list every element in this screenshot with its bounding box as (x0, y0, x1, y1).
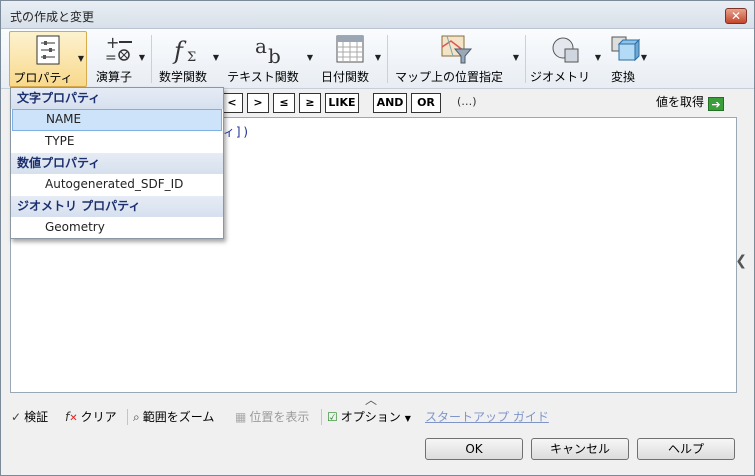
options-label: オプション (340, 410, 401, 424)
math-functions-button[interactable]: f Σ 数学関数 ▼ (155, 31, 219, 87)
parentheses-button[interactable]: (…) (457, 95, 477, 108)
clear-button[interactable]: f✕ クリア (65, 408, 117, 425)
ribbon-divider (387, 35, 388, 83)
location-label: マップ上の位置指定 (394, 70, 503, 84)
toolbar-divider (127, 409, 128, 425)
clear-function-icon: f✕ (65, 410, 78, 424)
zoom-label: 範囲をズーム (142, 410, 215, 424)
chevron-down-icon: ▼ (212, 53, 219, 62)
math-function-icon: f Σ (172, 37, 196, 65)
checkmark-icon: ✓ (11, 410, 22, 424)
show-location-button[interactable]: ▦ 位置を表示 (235, 408, 309, 425)
date-functions-button[interactable]: 日付関数 ▼ (317, 31, 383, 87)
group-header-geometry: ジオメトリ プロパティ (11, 196, 223, 217)
help-button[interactable]: ヘルプ (637, 438, 735, 460)
location-grid-icon: ▦ (235, 410, 247, 424)
bottom-toolbar: ✓ 検証 f✕ クリア ⌕ 範囲をズーム ▦ 位置を表示 ☑ オプション ▼ スタートアップ… (9, 406, 749, 428)
clear-label: クリア (80, 410, 117, 424)
and-button[interactable]: AND (373, 93, 407, 113)
operators-icon: + = (105, 33, 132, 65)
map-filter-icon (441, 35, 473, 64)
calendar-icon (336, 35, 364, 63)
less-than-button[interactable]: < (221, 93, 243, 113)
chevron-down-icon: ▼ (404, 414, 411, 423)
transform-label: 変換 (610, 70, 635, 84)
expression-builder-window: 式の作成と変更 ✕ プロパティ ▼ + = 演算子 ▼ f Σ 数学関数 ▼ a… (0, 0, 755, 476)
operators-button[interactable]: + = 演算子 ▼ (91, 31, 147, 87)
get-value-button[interactable]: 値を取得 ➔ (656, 93, 724, 111)
dropdown-item-sdf-id[interactable]: Autogenerated_SDF_ID (11, 174, 223, 196)
properties-dropdown: 文字プロパティ NAME TYPE 数値プロパティ Autogenerated_… (10, 87, 224, 239)
chevron-down-icon: ▼ (306, 53, 313, 62)
chevron-down-icon: ▼ (374, 53, 381, 62)
or-button[interactable]: OR (411, 93, 441, 113)
chevron-down-icon: ▼ (512, 53, 519, 62)
dropdown-item-type[interactable]: TYPE (11, 131, 223, 153)
chevron-down-icon: ▼ (594, 53, 601, 62)
expression-text: ィ]) (223, 125, 250, 139)
zoom-icon: ⌕ (133, 410, 140, 424)
svg-text:a: a (255, 34, 267, 58)
text-functions-label: テキスト関数 (227, 70, 299, 84)
like-button[interactable]: LIKE (325, 93, 359, 113)
group-header-numeric: 数値プロパティ (11, 153, 223, 174)
zoom-extent-button[interactable]: ⌕ 範囲をズーム (133, 408, 214, 425)
date-functions-label: 日付関数 (320, 70, 369, 84)
dropdown-item-geometry[interactable]: Geometry (11, 217, 223, 239)
group-header-text: 文字プロパティ (11, 88, 223, 109)
geometry-icon (552, 37, 579, 63)
dropdown-item-name[interactable]: NAME (12, 109, 222, 131)
chevron-down-icon: ▼ (77, 54, 84, 63)
startup-guide-link[interactable]: スタートアップ ガイド (425, 408, 549, 425)
arrow-right-icon: ➔ (708, 97, 724, 111)
location-button[interactable]: マップ上の位置指定 ▼ (391, 31, 521, 87)
geometry-button[interactable]: ジオメトリ ▼ (529, 31, 603, 87)
properties-icon (36, 35, 60, 65)
ribbon-divider (525, 35, 526, 83)
checkbox-check-icon: ☑ (327, 410, 338, 424)
chevron-down-icon: ▼ (138, 53, 145, 62)
geometry-label: ジオメトリ (529, 70, 590, 84)
svg-text:b: b (268, 44, 281, 65)
validate-button[interactable]: ✓ 検証 (11, 408, 48, 425)
get-value-label: 値を取得 (655, 95, 704, 109)
transform-button[interactable]: 変換 ▼ (605, 31, 647, 87)
ok-button[interactable]: OK (425, 438, 523, 460)
show-location-label: 位置を表示 (249, 410, 310, 424)
cancel-button[interactable]: キャンセル (531, 438, 629, 460)
chevron-left-icon[interactable]: ❮ (735, 253, 747, 269)
svg-text:=: = (105, 50, 117, 65)
ribbon-divider (151, 35, 152, 83)
close-button[interactable]: ✕ (725, 8, 747, 24)
options-button[interactable]: ☑ オプション ▼ (327, 408, 411, 425)
chevron-down-icon: ▼ (640, 53, 647, 62)
title-bar: 式の作成と変更 ✕ (1, 1, 754, 29)
properties-label: プロパティ (13, 71, 73, 85)
window-title: 式の作成と変更 (10, 10, 95, 24)
function-ribbon: プロパティ ▼ + = 演算子 ▼ f Σ 数学関数 ▼ a b テキスト関数 … (1, 29, 754, 89)
text-functions-button[interactable]: a b テキスト関数 ▼ (223, 31, 315, 87)
validate-label: 検証 (24, 410, 49, 424)
toolbar-divider (321, 409, 322, 425)
less-equal-button[interactable]: ≤ (273, 93, 295, 113)
svg-text:Σ: Σ (187, 50, 196, 65)
operators-label: 演算子 (95, 70, 132, 84)
greater-than-button[interactable]: > (247, 93, 269, 113)
svg-text:f: f (172, 37, 187, 65)
text-function-icon: a b (255, 34, 281, 65)
properties-button[interactable]: プロパティ ▼ (9, 31, 87, 87)
transform-icon (611, 36, 641, 62)
greater-equal-button[interactable]: ≥ (299, 93, 321, 113)
math-functions-label: 数学関数 (158, 70, 207, 84)
